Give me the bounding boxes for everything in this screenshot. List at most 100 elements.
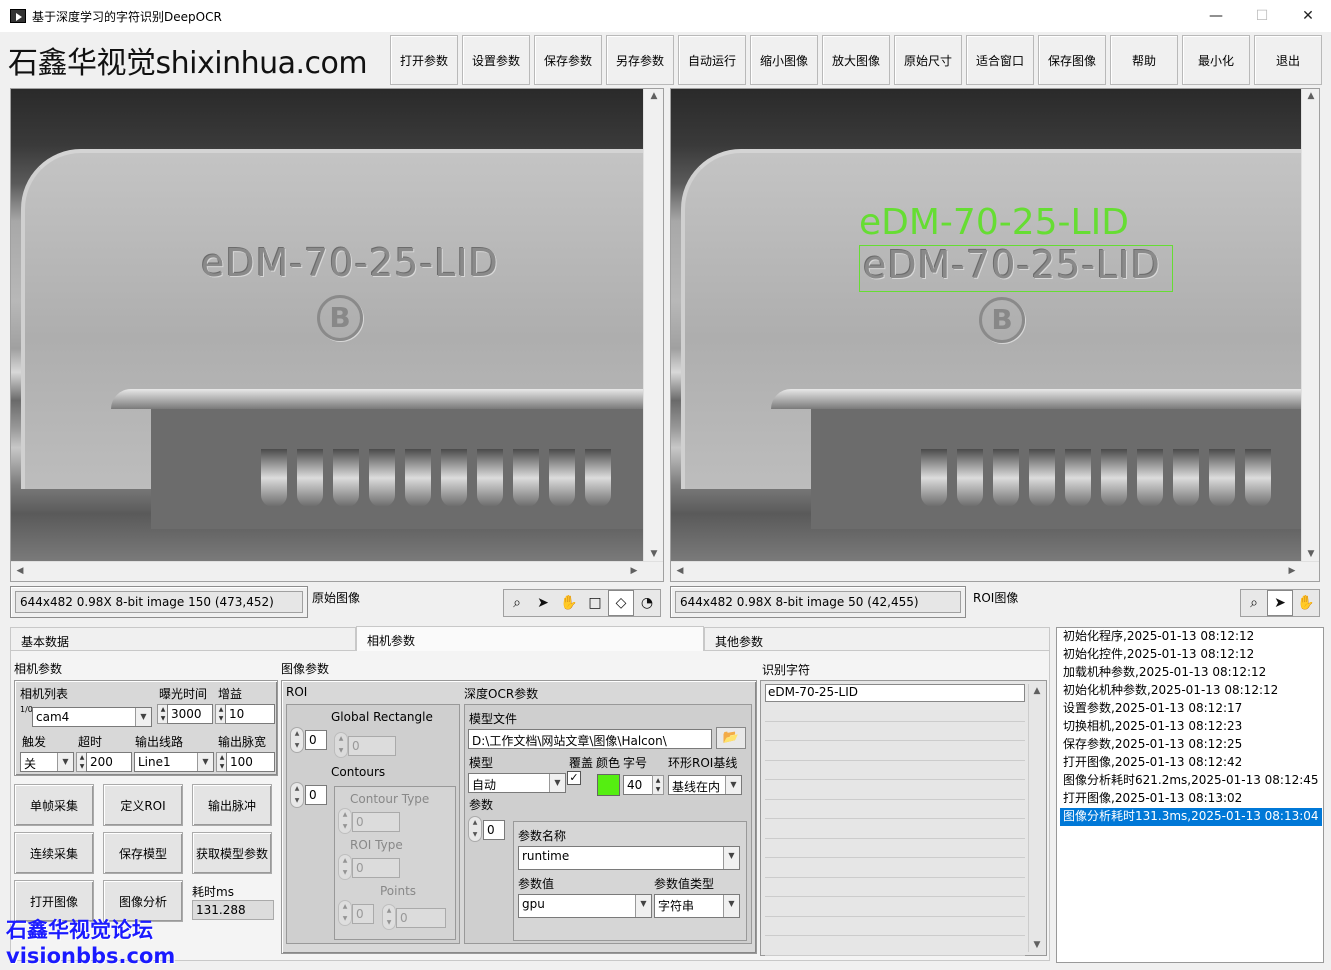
horizontal-scrollbar[interactable]: ◀ ▶ xyxy=(671,561,1319,581)
model-file-path[interactable]: D:\工作文档\网站文章\图像\Halcon\ xyxy=(468,729,712,749)
recognized-row[interactable] xyxy=(765,898,1025,917)
get-model-params-button[interactable]: 获取模型参数 xyxy=(192,832,272,874)
fit-window-button[interactable]: 适合窗口 xyxy=(966,35,1034,85)
recognized-scrollbar[interactable]: ▲ ▼ xyxy=(1028,684,1044,952)
chevron-down-icon[interactable]: ▼ xyxy=(135,708,151,726)
log-entry[interactable]: 切换相机,2025-01-13 08:12:23 xyxy=(1060,718,1245,736)
maximize-button[interactable]: ☐ xyxy=(1239,0,1285,32)
pan-hand-icon[interactable]: ✋ xyxy=(1293,590,1319,616)
output-line-select[interactable]: Line1 ▼ xyxy=(134,752,214,772)
original-size-button[interactable]: 原始尺寸 xyxy=(894,35,962,85)
roi-index-spinner[interactable]: ▲ ▼ xyxy=(290,727,304,753)
save-image-button[interactable]: 保存图像 xyxy=(1038,35,1106,85)
set-params-button[interactable]: 设置参数 xyxy=(462,35,530,85)
param-name-select[interactable]: runtime ▼ xyxy=(518,846,740,870)
vertical-scrollbar[interactable]: ▲ ▼ xyxy=(1301,89,1319,561)
log-entry[interactable]: 初始化机种参数,2025-01-13 08:12:12 xyxy=(1060,682,1281,700)
tab-other-params[interactable]: 其他参数 xyxy=(704,627,1050,651)
recognized-row[interactable]: eDM-70-25-LID xyxy=(765,684,1025,702)
contours-field[interactable]: 0 xyxy=(305,785,327,805)
horizontal-scrollbar[interactable]: ◀ ▶ xyxy=(11,561,663,581)
param-index-spinner[interactable]: ▲ ▼ xyxy=(468,816,482,842)
log-entry[interactable]: 图像分析耗时621.2ms,2025-01-13 08:12:45 xyxy=(1060,772,1322,790)
output-pulse-button[interactable]: 输出脉冲 xyxy=(192,784,272,826)
zoom-icon[interactable]: ⌕ xyxy=(504,590,530,616)
recognized-row[interactable] xyxy=(765,918,1025,936)
recognized-row[interactable] xyxy=(765,723,1025,741)
chevron-down-icon[interactable]: ▼ xyxy=(57,753,73,771)
pointer-icon[interactable]: ➤ xyxy=(530,590,556,616)
minimize-button[interactable]: — xyxy=(1193,0,1239,32)
continuous-grab-button[interactable]: 连续采集 xyxy=(14,832,94,874)
zoom-in-button[interactable]: 放大图像 xyxy=(822,35,890,85)
log-entry[interactable]: 设置参数,2025-01-13 08:12:17 xyxy=(1060,700,1245,718)
save-as-params-button[interactable]: 另存参数 xyxy=(606,35,674,85)
contours-spinner[interactable]: ▲ ▼ xyxy=(290,782,304,808)
save-params-button[interactable]: 保存参数 xyxy=(534,35,602,85)
font-size-field[interactable]: 40 xyxy=(623,775,653,795)
gain-field[interactable]: 10 xyxy=(225,704,275,724)
folder-open-icon[interactable]: 📂 xyxy=(716,727,746,749)
roi-type-spinner[interactable]: ▲ ▼ xyxy=(338,854,352,880)
scroll-right-icon[interactable]: ▶ xyxy=(627,566,641,576)
log-entry[interactable]: 加载机种参数,2025-01-13 08:12:12 xyxy=(1060,664,1269,682)
roi-rectangle[interactable] xyxy=(859,245,1173,292)
scroll-up-icon[interactable]: ▲ xyxy=(1304,91,1318,101)
color-swatch[interactable] xyxy=(597,774,620,796)
param-value-select[interactable]: gpu ▼ xyxy=(518,894,652,918)
original-image-viewer[interactable]: eDM-70-25-LID B ▲ ▼ ◀ ▶ xyxy=(10,88,664,582)
points-spinner[interactable]: ▲ ▼ xyxy=(338,900,352,926)
chevron-down-icon[interactable]: ▼ xyxy=(725,776,741,794)
help-button[interactable]: 帮助 xyxy=(1110,35,1178,85)
font-size-spinner[interactable]: ▲ ▼ xyxy=(652,775,664,795)
recognized-row[interactable] xyxy=(765,820,1025,839)
pointer-icon[interactable]: ➤ xyxy=(1267,590,1293,616)
chevron-down-icon[interactable]: ▼ xyxy=(197,753,213,771)
minimize-app-button[interactable]: 最小化 xyxy=(1182,35,1250,85)
tab-camera-params[interactable]: 相机参数 xyxy=(356,626,704,652)
recognized-row[interactable] xyxy=(765,762,1025,780)
log-entry[interactable]: 初始化程序,2025-01-13 08:12:12 xyxy=(1060,628,1257,646)
zoom-out-button[interactable]: 缩小图像 xyxy=(750,35,818,85)
roi-index-field[interactable]: 0 xyxy=(305,730,327,750)
recognized-row[interactable] xyxy=(765,840,1025,858)
log-entry[interactable]: 初始化控件,2025-01-13 08:12:12 xyxy=(1060,646,1257,664)
log-entry[interactable]: 保存参数,2025-01-13 08:12:25 xyxy=(1060,736,1245,754)
model-select[interactable]: 自动 ▼ xyxy=(468,773,566,793)
rect-index-spinner[interactable]: ▲ ▼ xyxy=(334,732,348,758)
auto-run-button[interactable]: 自动运行 xyxy=(678,35,746,85)
recognized-row[interactable] xyxy=(765,859,1025,878)
rectangle-icon[interactable]: □ xyxy=(582,590,608,616)
log-entry[interactable]: 打开图像,2025-01-13 08:12:42 xyxy=(1060,754,1245,772)
zoom-icon[interactable]: ⌕ xyxy=(1241,590,1267,616)
scroll-left-icon[interactable]: ◀ xyxy=(673,566,687,576)
pulse-field[interactable]: 100 xyxy=(226,752,275,772)
chevron-down-icon[interactable]: ▼ xyxy=(549,774,565,792)
vertical-scrollbar[interactable]: ▲ ▼ xyxy=(643,89,663,561)
scroll-up-icon[interactable]: ▲ xyxy=(647,91,661,101)
contour-type-spinner[interactable]: ▲ ▼ xyxy=(338,808,352,834)
recognized-row[interactable] xyxy=(765,801,1025,819)
ring-baseline-select[interactable]: 基线在内 ▼ xyxy=(668,775,742,795)
scroll-right-icon[interactable]: ▶ xyxy=(1285,566,1299,576)
param-type-select[interactable]: 字符串 ▼ xyxy=(654,894,740,918)
log-entry[interactable]: 打开图像,2025-01-13 08:13:02 xyxy=(1060,790,1245,808)
recognized-row[interactable] xyxy=(765,742,1025,761)
recognized-list[interactable]: eDM-70-25-LID xyxy=(760,680,1047,956)
annulus-icon[interactable]: ◔ xyxy=(634,590,660,616)
tab-basic-data[interactable]: 基本数据 xyxy=(10,627,356,651)
roi-image-viewer[interactable]: eDM-70-25-LID B eDM-70-25-LID ▲ ▼ ◀ ▶ xyxy=(670,88,1320,582)
recognized-row[interactable] xyxy=(765,879,1025,897)
scroll-down-icon[interactable]: ▼ xyxy=(1304,549,1318,559)
chevron-down-icon[interactable]: ▼ xyxy=(723,895,739,917)
trigger-select[interactable]: 关 ▼ xyxy=(20,752,74,772)
recognized-row[interactable] xyxy=(765,781,1025,800)
timeout-field[interactable]: 200 xyxy=(86,752,132,772)
single-grab-button[interactable]: 单帧采集 xyxy=(14,784,94,826)
close-button[interactable]: ✕ xyxy=(1285,0,1331,32)
overlay-checkbox[interactable]: ✓ xyxy=(567,771,581,785)
scroll-left-icon[interactable]: ◀ xyxy=(13,566,27,576)
param-index-field[interactable]: 0 xyxy=(483,820,505,840)
save-model-button[interactable]: 保存模型 xyxy=(103,832,183,874)
open-params-button[interactable]: 打开参数 xyxy=(390,35,458,85)
